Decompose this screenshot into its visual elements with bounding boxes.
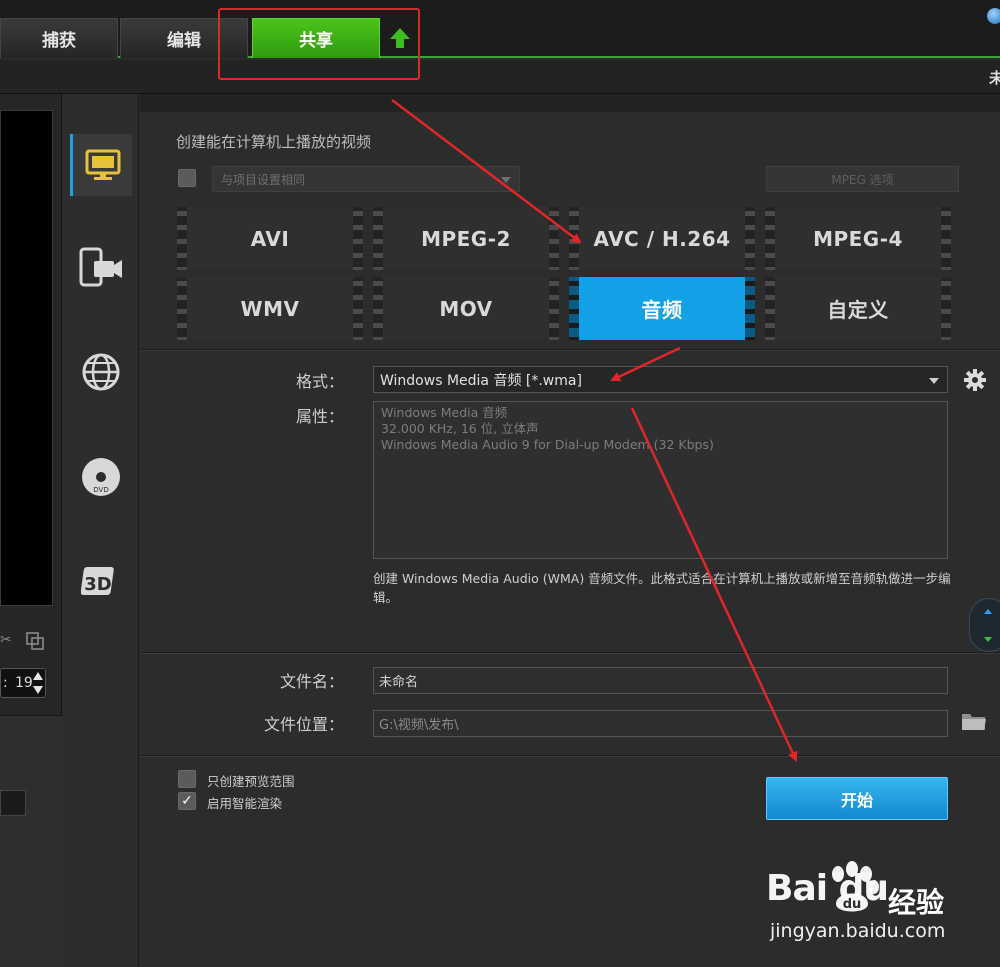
monitor-icon: [85, 149, 120, 180]
properties-label: 属性：: [295, 407, 344, 426]
project-title-fragment: 未: [988, 69, 1000, 87]
share-category-column: [63, 94, 139, 967]
copy-icon[interactable]: [25, 632, 45, 650]
share-panel-header: [140, 94, 1000, 112]
category-computer[interactable]: [70, 134, 132, 196]
section-title: 创建能在计算机上播放的视频: [176, 133, 372, 151]
smart-render-checkbox[interactable]: ✓: [178, 792, 196, 810]
format-tile-audio[interactable]: 音频: [569, 277, 755, 340]
watermark-brand-suffix: 经验: [888, 886, 945, 919]
format-select-value: Windows Media 音频 [*.wma]: [380, 372, 582, 389]
svg-text:DVD: DVD: [93, 486, 108, 494]
tab-capture[interactable]: 捕获: [0, 18, 118, 58]
secondary-toolbar: [0, 60, 1000, 94]
chevron-down-icon: [501, 177, 511, 183]
timecode-spinner[interactable]: [32, 670, 44, 696]
format-tile-mpeg2[interactable]: MPEG-2: [373, 207, 559, 270]
property-line: Windows Media 音频: [381, 405, 508, 420]
format-tile-custom[interactable]: 自定义: [765, 277, 951, 340]
same-as-project-checkbox[interactable]: [178, 169, 196, 187]
smart-render-label: 启用智能渲染: [207, 796, 283, 811]
category-device[interactable]: [70, 236, 132, 298]
tab-edit[interactable]: 编辑: [120, 18, 248, 58]
timecode-value: 19: [15, 675, 33, 691]
location-label: 文件位置：: [263, 715, 344, 734]
chevron-down-icon: [929, 378, 939, 384]
upload-arrow-icon[interactable]: [388, 26, 412, 50]
tab-share[interactable]: 共享: [252, 18, 380, 58]
folder-icon[interactable]: [961, 710, 987, 732]
3d-icon: 3D: [81, 567, 114, 595]
filename-label: 文件名：: [279, 672, 344, 691]
watermark-url: jingyan.baidu.com: [770, 920, 946, 942]
section-divider: [140, 652, 1000, 654]
dvd-disc-icon: DVD: [82, 458, 120, 496]
scissors-icon[interactable]: ✂: [0, 632, 14, 650]
format-tile-wmv[interactable]: WMV: [177, 277, 363, 340]
left-mini-field[interactable]: [0, 790, 26, 816]
filename-input[interactable]: 未命名: [373, 667, 948, 694]
project-settings-select[interactable]: 与项目设置相同: [212, 166, 520, 192]
preview-range-checkbox[interactable]: [178, 770, 196, 788]
globe-icon[interactable]: [987, 8, 1000, 24]
updown-arrows-icon: [984, 609, 992, 642]
category-disc[interactable]: DVD: [70, 446, 132, 508]
section-divider: [140, 349, 1000, 351]
start-button[interactable]: 开始: [766, 777, 948, 820]
video-preview: [0, 110, 53, 606]
section-divider: [140, 755, 1000, 757]
format-tile-avi[interactable]: AVI: [177, 207, 363, 270]
mpeg-options-button[interactable]: MPEG 选项: [766, 166, 959, 192]
category-3d[interactable]: 3D: [70, 550, 132, 612]
project-settings-label: 与项目设置相同: [221, 172, 306, 187]
format-tile-avc[interactable]: AVC / H.264: [569, 207, 755, 270]
format-tile-mov[interactable]: MOV: [373, 277, 559, 340]
paw-logo-icon: du: [832, 861, 879, 912]
mobile-device-icon: [79, 247, 122, 287]
left-bottom-panel: [0, 715, 62, 967]
svg-text:3D: 3D: [84, 574, 111, 595]
gear-icon[interactable]: [963, 368, 987, 392]
property-line: 32.000 KHz, 16 位, 立体声: [381, 421, 539, 436]
format-select[interactable]: Windows Media 音频 [*.wma]: [373, 366, 948, 393]
format-label: 格式：: [295, 372, 344, 391]
preview-range-label: 只创建预览范围: [207, 774, 295, 789]
svg-text:du: du: [843, 897, 862, 912]
navigation-scroll-knob[interactable]: [969, 598, 1000, 652]
location-input[interactable]: G:\视频\发布\: [373, 710, 948, 737]
property-line: Windows Media Audio 9 for Dial-up Modem …: [381, 437, 714, 452]
format-description: 创建 Windows Media Audio (WMA) 音频文件。此格式适合在…: [373, 571, 951, 605]
format-tile-mpeg4[interactable]: MPEG-4: [765, 207, 951, 270]
category-web[interactable]: [70, 341, 132, 403]
globe-web-icon: [82, 353, 120, 391]
properties-box: Windows Media 音频 32.000 KHz, 16 位, 立体声 W…: [373, 401, 948, 559]
